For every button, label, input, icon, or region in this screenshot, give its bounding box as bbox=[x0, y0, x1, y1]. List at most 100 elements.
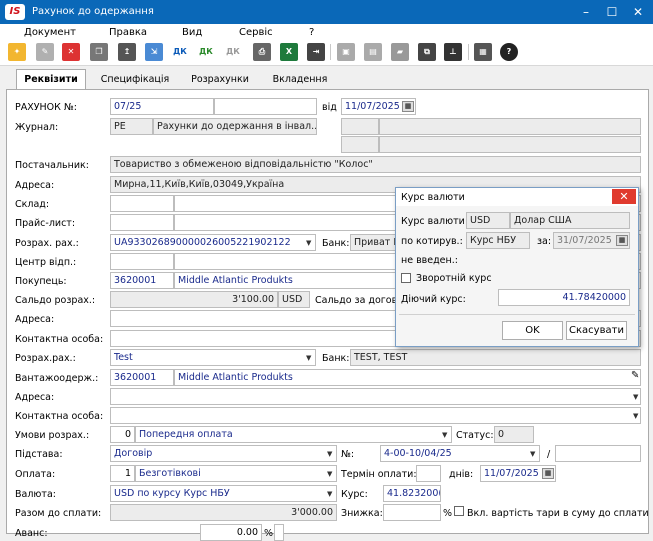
book-icon[interactable]: ▤ bbox=[364, 43, 382, 61]
chevron-down-icon[interactable]: ▼ bbox=[306, 239, 311, 247]
pay-term-days-field[interactable] bbox=[416, 465, 441, 482]
basis-select[interactable]: Договір bbox=[110, 445, 337, 462]
currency-select[interactable]: USD по курсу Курс НБУ bbox=[110, 485, 337, 502]
advance-field[interactable]: 0.00 bbox=[200, 524, 262, 541]
dept-code-field[interactable] bbox=[110, 253, 174, 270]
bank2-field[interactable]: TEST, TEST bbox=[350, 349, 641, 366]
ok-button[interactable]: OK bbox=[502, 321, 563, 340]
journal-name-field[interactable]: Рахунки до одержання в інвал... bbox=[153, 118, 317, 135]
status-label: Статус: bbox=[456, 430, 494, 441]
chevron-down-icon[interactable]: ▼ bbox=[327, 490, 332, 498]
payment-select[interactable]: Безготівкові bbox=[135, 465, 337, 482]
menu-help[interactable]: ? bbox=[309, 27, 314, 38]
journal-extra-4 bbox=[379, 136, 641, 153]
account2-select[interactable]: Test bbox=[110, 349, 316, 366]
app-logo-icon: IS bbox=[5, 4, 25, 20]
chevron-down-icon[interactable]: ▼ bbox=[442, 431, 447, 439]
menu-service[interactable]: Сервіс bbox=[239, 27, 273, 38]
reverse-rate-checkbox[interactable] bbox=[401, 273, 411, 283]
chevron-down-icon[interactable]: ▼ bbox=[306, 354, 311, 362]
invoice-suffix-field[interactable] bbox=[214, 98, 317, 115]
chevron-down-icon[interactable]: ▼ bbox=[633, 412, 638, 420]
chevron-down-icon[interactable]: ▼ bbox=[327, 470, 332, 478]
tare-checkbox[interactable] bbox=[454, 506, 464, 516]
pricelist-label: Прайс-лист: bbox=[15, 218, 76, 229]
journal-label: Журнал: bbox=[15, 122, 59, 133]
warehouse-code-field[interactable] bbox=[110, 195, 174, 212]
close-icon[interactable]: ✕ bbox=[625, 0, 651, 24]
edit-doc-icon[interactable]: ✎ bbox=[36, 43, 54, 61]
journal-code-field[interactable]: РЕ bbox=[110, 118, 153, 135]
pencil-icon[interactable]: ✎ bbox=[631, 370, 639, 381]
dialog-close-icon[interactable]: ✕ bbox=[612, 189, 636, 204]
doc-link-icon[interactable]: ⇲ bbox=[145, 43, 163, 61]
link-icon[interactable]: ⧉ bbox=[418, 43, 436, 61]
supplier-label: Постачальник: bbox=[15, 160, 89, 171]
new-version-icon[interactable]: ↥ bbox=[118, 43, 136, 61]
total-field: 3'000.00 bbox=[110, 504, 337, 521]
help-icon[interactable]: ? bbox=[500, 43, 518, 61]
supplier-field[interactable]: Товариство з обмеженою відповідальністю … bbox=[110, 156, 641, 173]
tab-specification[interactable]: Специфікація bbox=[94, 70, 176, 90]
menu-document[interactable]: Документ bbox=[24, 27, 76, 38]
current-rate-label: Діючий курс: bbox=[401, 294, 466, 305]
unpost-dk-icon[interactable]: ДК bbox=[224, 43, 242, 61]
discount-label: Знижка: bbox=[341, 508, 383, 519]
discount-field[interactable] bbox=[383, 504, 441, 521]
terms-label: Умови розрах.: bbox=[15, 430, 90, 441]
chevron-down-icon[interactable]: ▼ bbox=[633, 393, 638, 401]
calendar-icon[interactable]: ▦ bbox=[616, 235, 628, 246]
print-icon[interactable]: ⎙ bbox=[253, 43, 271, 61]
save-icon[interactable]: ▣ bbox=[337, 43, 355, 61]
bank2-label: Банк: bbox=[322, 353, 350, 364]
contact2-select[interactable] bbox=[110, 407, 641, 424]
payment-label: Оплата: bbox=[15, 469, 56, 480]
basis-suffix-field[interactable] bbox=[555, 445, 641, 462]
table-icon[interactable]: ▦ bbox=[474, 43, 492, 61]
chevron-down-icon[interactable]: ▼ bbox=[327, 450, 332, 458]
basis-no-select[interactable]: 4-00-10/04/25 bbox=[380, 445, 540, 462]
cancel-button[interactable]: Скасувати bbox=[566, 321, 627, 340]
menu-view[interactable]: Вид bbox=[182, 27, 202, 38]
tab-requisites[interactable]: Реквізити bbox=[16, 69, 86, 90]
terms-code-field[interactable]: 0 bbox=[110, 426, 135, 443]
calendar-icon[interactable]: ▦ bbox=[402, 101, 414, 112]
account-select[interactable]: UA933026890000026005221902122 bbox=[110, 234, 316, 251]
menu-edit[interactable]: Правка bbox=[109, 27, 147, 38]
journal-extra-1 bbox=[341, 118, 379, 135]
consignee-code-field[interactable]: 3620001 bbox=[110, 369, 174, 386]
post-dk-all-icon[interactable]: ДК bbox=[197, 43, 215, 61]
folder-icon[interactable]: ▰ bbox=[391, 43, 409, 61]
balance-currency-field: USD bbox=[278, 291, 310, 308]
copy-doc-icon[interactable]: ❐ bbox=[90, 43, 108, 61]
export-icon[interactable]: ⇥ bbox=[307, 43, 325, 61]
tab-settlements[interactable]: Розрахунки bbox=[182, 70, 258, 90]
calendar-icon[interactable]: ▦ bbox=[542, 468, 554, 479]
buyer-code-field[interactable]: 3620001 bbox=[110, 272, 174, 289]
address3-select[interactable] bbox=[110, 388, 641, 405]
terms-select[interactable]: Попередня оплата bbox=[135, 426, 452, 443]
journal-extra-3 bbox=[341, 136, 379, 153]
minimize-icon[interactable]: – bbox=[573, 0, 599, 24]
consignee-name-field[interactable]: Middle Atlantic Produkts bbox=[174, 369, 641, 386]
balance-field: 3'100.00 bbox=[110, 291, 278, 308]
rate-field[interactable]: 41.823200( bbox=[383, 485, 441, 502]
maximize-icon[interactable]: ☐ bbox=[599, 0, 625, 24]
current-rate-field[interactable]: 41.78420000 bbox=[498, 289, 630, 306]
menu-bar bbox=[0, 24, 653, 40]
invoice-no-field[interactable]: 07/25 bbox=[110, 98, 214, 115]
delete-doc-icon[interactable]: ✕ bbox=[62, 43, 80, 61]
tree-icon[interactable]: ⊥ bbox=[444, 43, 462, 61]
bank-label: Банк: bbox=[322, 238, 350, 249]
pricelist-code-field[interactable] bbox=[110, 214, 174, 231]
rate-label: Курс: bbox=[341, 489, 368, 500]
new-doc-icon[interactable]: ✦ bbox=[8, 43, 26, 61]
export-excel-icon[interactable]: X bbox=[280, 43, 298, 61]
advance-pct-field[interactable] bbox=[274, 524, 284, 541]
buyer-label: Покупець: bbox=[15, 276, 67, 287]
payment-code-field[interactable]: 1 bbox=[110, 465, 135, 482]
post-dk-icon[interactable]: ДК bbox=[171, 43, 189, 61]
chevron-down-icon[interactable]: ▼ bbox=[530, 450, 535, 458]
tab-attachments[interactable]: Вкладення bbox=[264, 70, 336, 90]
dialog-currency-name: Долар США bbox=[510, 212, 630, 229]
